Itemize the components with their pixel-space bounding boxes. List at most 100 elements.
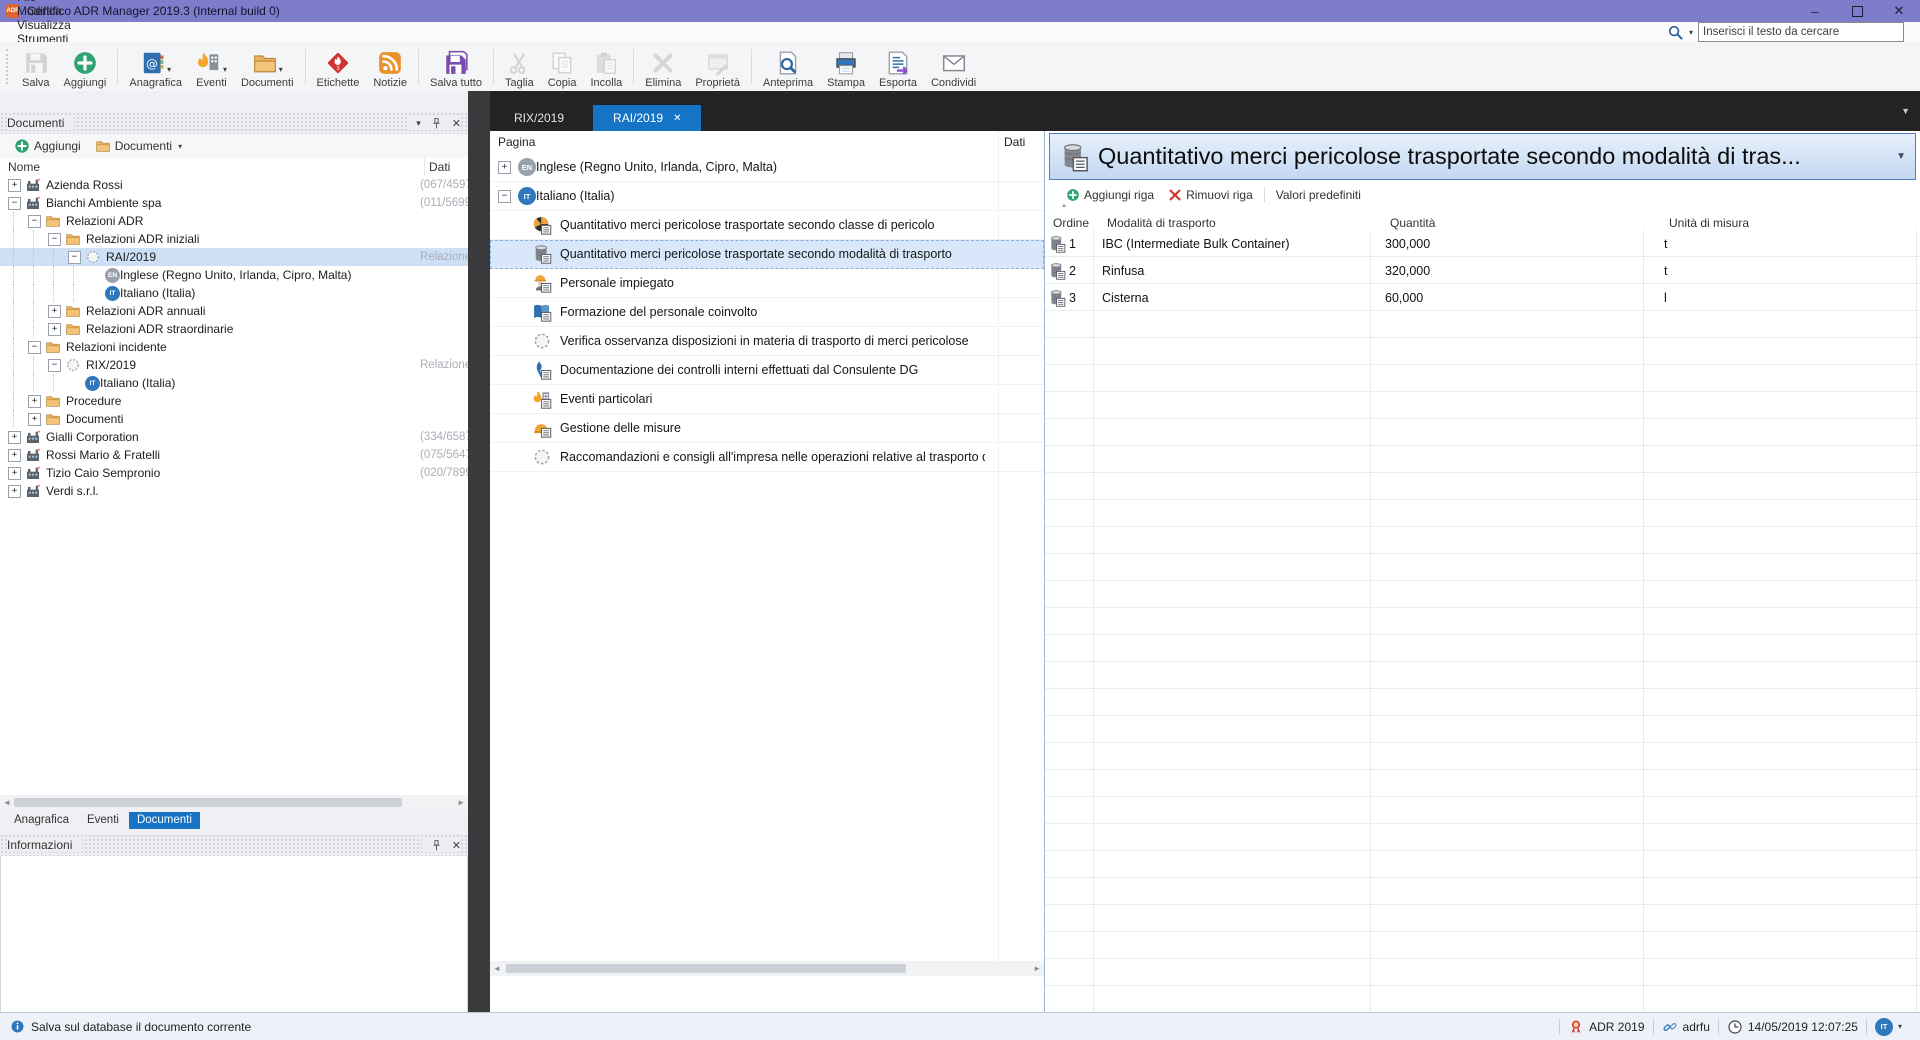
toolbar-button-aggiungi[interactable]: Aggiungi <box>57 42 114 91</box>
default-values-button[interactable]: Valori predefiniti <box>1269 188 1368 202</box>
tree-item-rossi-mario-fratelli[interactable]: +Rossi Mario & Fratelli(075/5647) <box>0 446 468 464</box>
page-item-eventi-particolari[interactable]: Eventi particolari <box>490 385 1044 414</box>
page-item-gestione-delle-misure[interactable]: Gestione delle misure <box>490 414 1044 443</box>
chevron-down-icon[interactable]: ▾ <box>1898 1022 1902 1031</box>
toolbar-button-condividi[interactable]: Condividi <box>924 42 983 91</box>
toolbar-button-elimina[interactable]: Elimina <box>638 42 688 91</box>
toolbar-button-notizie[interactable]: Notizie <box>366 42 414 91</box>
search-input[interactable] <box>1698 22 1904 42</box>
tree-item-verdi-s-r-l[interactable]: +Verdi s.r.l. <box>0 482 468 500</box>
tree-item-relazioni-adr-annuali[interactable]: +Relazioni ADR annuali <box>0 302 468 320</box>
tree-item-tizio-caio-sempronio[interactable]: +Tizio Caio Sempronio(020/7899) <box>0 464 468 482</box>
table-row[interactable]: 2Rinfusa320,000t <box>1045 257 1920 284</box>
page-item-documentazione-dei-controlli-interni-eff[interactable]: Documentazione dei controlli interni eff… <box>490 356 1044 385</box>
scroll-right-icon[interactable]: ► <box>1033 964 1041 973</box>
search-icon[interactable] <box>1667 24 1684 41</box>
tree-item-procedure[interactable]: +Procedure <box>0 392 468 410</box>
maximize-button[interactable] <box>1836 0 1878 22</box>
chevron-down-icon[interactable]: ▾ <box>223 65 227 76</box>
page-item-inglese-regno-unito-irlanda-cipro-malta[interactable]: +ENInglese (Regno Unito, Irlanda, Cipro,… <box>490 153 1044 182</box>
tree-item-relazioni-adr-straordinarie[interactable]: +Relazioni ADR straordinarie <box>0 320 468 338</box>
toolbar-button-anagrafica[interactable]: @▾Anagrafica <box>122 42 189 91</box>
toolbar-button-salva[interactable]: Salva <box>15 42 57 91</box>
expand-icon[interactable]: + <box>8 431 21 444</box>
tree-item-relazioni-incidente[interactable]: −Relazioni incidente <box>0 338 468 356</box>
toolbar-button-etichette[interactable]: 3Etichette <box>310 42 367 91</box>
tree-item-inglese-regno-unito-irlanda-cipro-malta[interactable]: −ENInglese (Regno Unito, Irlanda, Cipro,… <box>0 266 468 284</box>
expand-icon[interactable]: + <box>8 449 21 462</box>
document-tab-rai-2019[interactable]: RAI/2019✕ <box>593 105 701 131</box>
toolbar-button-stampa[interactable]: Stampa <box>820 42 872 91</box>
toolbar-button-taglia[interactable]: Taglia <box>498 42 541 91</box>
toolbar-button-salva-tutto[interactable]: Salva tutto <box>423 42 489 91</box>
scroll-right-icon[interactable]: ► <box>457 798 465 807</box>
scope-button[interactable]: Documenti <box>115 139 172 153</box>
scroll-left-icon[interactable]: ◄ <box>3 798 11 807</box>
toolbar-button-anteprima[interactable]: Anteprima <box>756 42 820 91</box>
pin-icon[interactable] <box>430 839 443 852</box>
pin-icon[interactable] <box>430 117 443 130</box>
document-tab-rix-2019[interactable]: RIX/2019 <box>494 105 584 131</box>
page-item-quantitativo-merci-pericolose-trasportat[interactable]: Quantitativo merci pericolose trasportat… <box>490 240 1044 269</box>
chevron-down-icon[interactable]: ▼ <box>1901 106 1910 116</box>
dock-splitter[interactable] <box>468 91 490 1013</box>
minimize-button[interactable]: – <box>1794 0 1836 22</box>
add-row-button[interactable]: Aggiungi riga <box>1059 188 1161 202</box>
add-icon[interactable] <box>14 138 30 154</box>
toolbar-button-documenti[interactable]: ▾Documenti <box>234 42 301 91</box>
column-header-quantita[interactable]: Quantità <box>1384 216 1663 230</box>
tree-item-gialli-corporation[interactable]: +Gialli Corporation(334/6587) <box>0 428 468 446</box>
column-header-unita[interactable]: Unità di misura <box>1663 216 1749 230</box>
page-item-verifica-osservanza-disposizioni-in-mate[interactable]: Verifica osservanza disposizioni in mate… <box>490 327 1044 356</box>
tree-item-rai-2019[interactable]: −RAI/2019Relazione <box>0 248 468 266</box>
dock-tab-anagrafica[interactable]: Anagrafica <box>6 812 77 829</box>
folder-icon[interactable] <box>95 138 111 154</box>
status-item-adr-2019[interactable]: ADR 2019 <box>1560 1019 1652 1035</box>
chevron-down-icon[interactable]: ▾ <box>416 118 421 129</box>
scrollbar-thumb[interactable] <box>14 798 402 807</box>
status-item-language[interactable]: IT▾ <box>1867 1018 1910 1036</box>
expand-icon[interactable]: + <box>498 161 511 174</box>
close-icon[interactable]: ✕ <box>452 117 461 130</box>
column-header-dati[interactable]: Dati <box>1004 135 1025 149</box>
expand-icon[interactable]: + <box>8 485 21 498</box>
scrollbar-thumb[interactable] <box>506 964 906 973</box>
toolbar-button-eventi[interactable]: ▾Eventi <box>189 42 234 91</box>
chevron-down-icon[interactable]: ▾ <box>279 65 283 76</box>
chevron-down-icon[interactable]: ▾ <box>1689 28 1693 37</box>
pages-horizontal-scrollbar[interactable]: ◄ ► <box>490 961 1044 976</box>
add-button[interactable]: Aggiungi <box>34 139 81 153</box>
page-item-formazione-del-personale-coinvolto[interactable]: Formazione del personale coinvolto <box>490 298 1044 327</box>
status-item-14-05-2019-12-07-25[interactable]: 14/05/2019 12:07:25 <box>1719 1019 1866 1035</box>
column-header-pagina[interactable]: Pagina <box>490 135 535 149</box>
chevron-down-icon[interactable]: ▼ <box>1896 151 1906 162</box>
tree-item-rix-2019[interactable]: −RIX/2019Relazione <box>0 356 468 374</box>
page-item-personale-impiegato[interactable]: Personale impiegato <box>490 269 1044 298</box>
page-item-raccomandazioni-e-consigli-all-impresa-n[interactable]: Raccomandazioni e consigli all'impresa n… <box>490 443 1044 472</box>
close-button[interactable]: ✕ <box>1878 0 1920 22</box>
tree-item-italiano-italia[interactable]: −ITItaliano (Italia) <box>0 284 468 302</box>
menu-item-visualizza[interactable]: Visualizza <box>8 18 80 32</box>
column-header-nome[interactable]: Nome <box>0 160 40 174</box>
menu-item-modifica[interactable]: Modifica <box>8 4 80 18</box>
tree-item-italiano-italia[interactable]: −ITItaliano (Italia) <box>0 374 468 392</box>
page-item-italiano-italia[interactable]: −ITItaliano (Italia) <box>490 182 1044 211</box>
column-header-modalita[interactable]: Modalità di trasporto <box>1101 216 1384 230</box>
collapse-icon[interactable]: − <box>8 197 21 210</box>
table-row[interactable]: 1IBC (Intermediate Bulk Container)300,00… <box>1045 230 1920 257</box>
expand-icon[interactable]: + <box>8 467 21 480</box>
dock-tab-documenti[interactable]: Documenti <box>129 812 200 829</box>
table-row[interactable]: 3Cisterna60,000l <box>1045 284 1920 311</box>
collapse-icon[interactable]: − <box>498 190 511 203</box>
tree-item-documenti[interactable]: +Documenti <box>0 410 468 428</box>
tree-item-relazioni-adr-iniziali[interactable]: −Relazioni ADR iniziali <box>0 230 468 248</box>
column-header-dati[interactable]: Dati <box>424 158 450 176</box>
dock-tab-eventi[interactable]: Eventi <box>79 812 127 829</box>
scroll-left-icon[interactable]: ◄ <box>493 964 501 973</box>
chevron-down-icon[interactable]: ▾ <box>178 142 182 151</box>
toolbar-button-incolla[interactable]: Incolla <box>583 42 629 91</box>
status-item-adrfu[interactable]: adrfu <box>1654 1019 1718 1035</box>
tree-item-bianchi-ambiente-spa[interactable]: −Bianchi Ambiente spa(011/5699) <box>0 194 468 212</box>
tree-item-relazioni-adr[interactable]: −Relazioni ADR <box>0 212 468 230</box>
tree-item-azienda-rossi[interactable]: +Azienda Rossi(067/4597) <box>0 176 468 194</box>
